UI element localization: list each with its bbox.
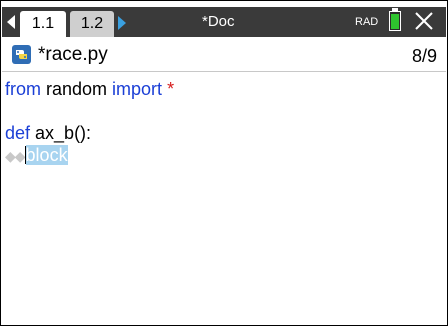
close-icon[interactable] xyxy=(413,10,435,32)
nav-left-icon[interactable] xyxy=(7,15,15,29)
indent-marker: ◆◆ xyxy=(5,148,26,164)
selected-placeholder[interactable]: block xyxy=(25,145,68,165)
keyword-from: from xyxy=(5,79,41,99)
code-line-3[interactable]: def ax_b(): xyxy=(5,121,91,145)
tab-1-2[interactable]: 1.2 xyxy=(70,11,114,37)
code-line-4[interactable]: ◆◆block xyxy=(5,143,68,167)
nav-right-icon[interactable] xyxy=(118,16,126,30)
code-editor[interactable]: from random import * def ax_b(): ◆◆block xyxy=(2,73,446,325)
top-strip xyxy=(1,1,447,6)
tab-1-1[interactable]: 1.1 xyxy=(20,11,66,37)
code-line-1[interactable]: from random import * xyxy=(5,77,174,101)
line-position: 8/9 xyxy=(411,46,437,66)
document-title: *Doc xyxy=(202,13,235,30)
title-bar: 1.1 1.2 *Doc RAD xyxy=(2,7,446,37)
angle-mode-indicator: RAD xyxy=(355,16,379,28)
battery-icon xyxy=(389,8,401,31)
file-bar: *race.py 8/9 xyxy=(2,38,446,72)
import-star: * xyxy=(162,79,175,99)
module-name: random xyxy=(41,79,113,99)
python-file-icon xyxy=(12,45,31,64)
function-signature: ax_b(): xyxy=(30,123,92,143)
file-name: *race.py xyxy=(38,44,108,65)
keyword-import: import xyxy=(112,79,163,99)
battery-level xyxy=(391,14,399,29)
keyword-def: def xyxy=(5,123,31,143)
calculator-screen: 1.1 1.2 *Doc RAD *race.py 8/9 from rando… xyxy=(0,0,448,326)
